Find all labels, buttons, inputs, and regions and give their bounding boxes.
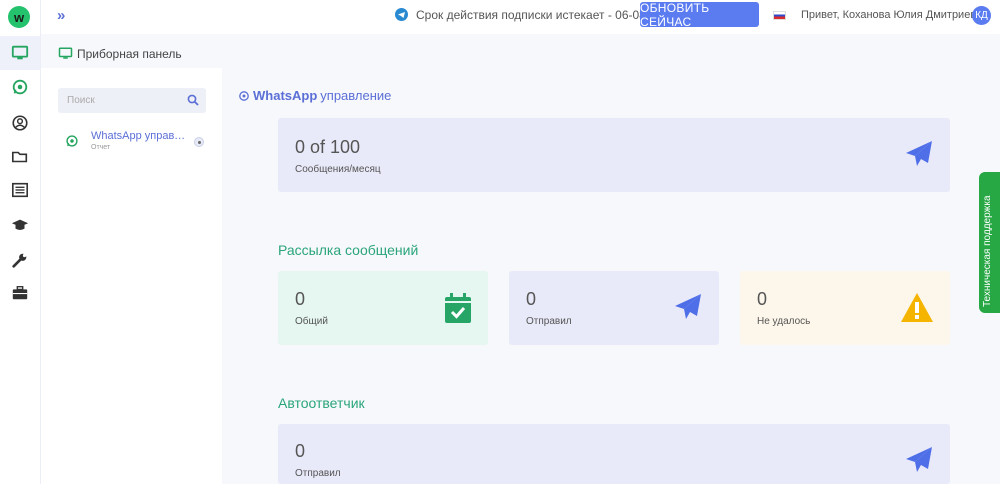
search-icon[interactable] [187, 94, 199, 106]
sent-label: Отправил [526, 316, 572, 327]
paper-plane-icon [675, 294, 701, 319]
broadcast-heading: Рассылка сообщений [278, 242, 419, 258]
monitor-icon [11, 45, 29, 60]
section-title-rest: управление [320, 88, 392, 103]
language-flag-icon[interactable] [773, 11, 786, 20]
section-title-bold: WhatsApp [253, 88, 318, 103]
section-title: WhatsApp управление [238, 88, 391, 103]
briefcase-icon [12, 286, 28, 300]
total-value: 0 [295, 289, 306, 309]
secondary-panel: Поиск WhatsApp управлен... Отчет [41, 68, 222, 484]
quota-value: 0 of 100 [295, 137, 361, 157]
failed-value: 0 [757, 289, 768, 309]
autoresponder-heading: Автоответчик [278, 395, 365, 411]
files-rail-item[interactable] [0, 140, 40, 174]
whatsapp-icon [239, 90, 249, 101]
top-bar: » Срок действия подписки истекает - 06-0… [41, 0, 1000, 34]
autoresponder-label: Отправил [295, 468, 341, 479]
warning-icon [901, 293, 933, 322]
total-card: 0 Общий [278, 271, 488, 345]
business-rail-item[interactable] [0, 276, 40, 310]
autoresponder-value: 0 [295, 441, 306, 461]
courses-rail-item[interactable] [0, 208, 40, 242]
graduation-cap-icon [11, 219, 29, 230]
list-item-subtitle: Отчет [91, 144, 111, 151]
subscription-expiry-text: Срок действия подписки истекает - 06-08-… [416, 8, 677, 22]
folder-icon [11, 151, 28, 163]
support-tab[interactable]: Техническая поддержка [979, 172, 1000, 313]
left-rail: w [0, 0, 41, 484]
page-title: Приборная панель [77, 46, 182, 61]
search-placeholder: Поиск [67, 95, 95, 106]
dashboard-rail-item[interactable] [0, 36, 40, 70]
renew-now-button[interactable]: ОБНОВИТЬ СЕЙЧАС [640, 1, 759, 29]
failed-label: Не удалось [757, 316, 811, 327]
list-rail-item[interactable] [0, 173, 40, 207]
profile-rail-item[interactable] [0, 106, 40, 140]
sent-value: 0 [526, 289, 537, 309]
quota-label: Сообщения/месяц [295, 164, 381, 175]
settings-rail-item[interactable] [0, 243, 40, 277]
list-item-title[interactable]: WhatsApp управлен... [91, 130, 191, 142]
avatar[interactable]: КД [972, 6, 991, 25]
whatsapp-icon [12, 79, 28, 95]
failed-card: 0 Не удалось [740, 271, 950, 345]
breadcrumb: Приборная панель [58, 46, 182, 61]
total-label: Общий [295, 316, 328, 327]
autoresponder-card: 0 Отправил [278, 424, 950, 484]
monitor-icon [58, 47, 73, 59]
sent-card: 0 Отправил [509, 271, 719, 345]
list-item-menu-icon[interactable] [194, 137, 204, 147]
telegram-icon [395, 8, 408, 21]
quota-card: 0 of 100 Сообщения/месяц [278, 118, 950, 192]
user-greeting[interactable]: Привет, Коханова Юлия Дмитриевна [801, 9, 988, 21]
app-logo[interactable]: w [8, 6, 30, 28]
user-circle-icon [12, 115, 28, 131]
expand-sidebar-button[interactable]: » [57, 7, 66, 24]
list-icon [11, 182, 29, 198]
calendar-check-icon [445, 293, 471, 323]
paper-plane-icon [906, 141, 932, 166]
whatsapp-rail-item[interactable] [0, 70, 40, 104]
paper-plane-icon [906, 447, 932, 472]
whatsapp-icon [66, 135, 78, 147]
support-tab-label: Техническая поддержка [982, 195, 993, 307]
wrench-icon [12, 253, 27, 268]
